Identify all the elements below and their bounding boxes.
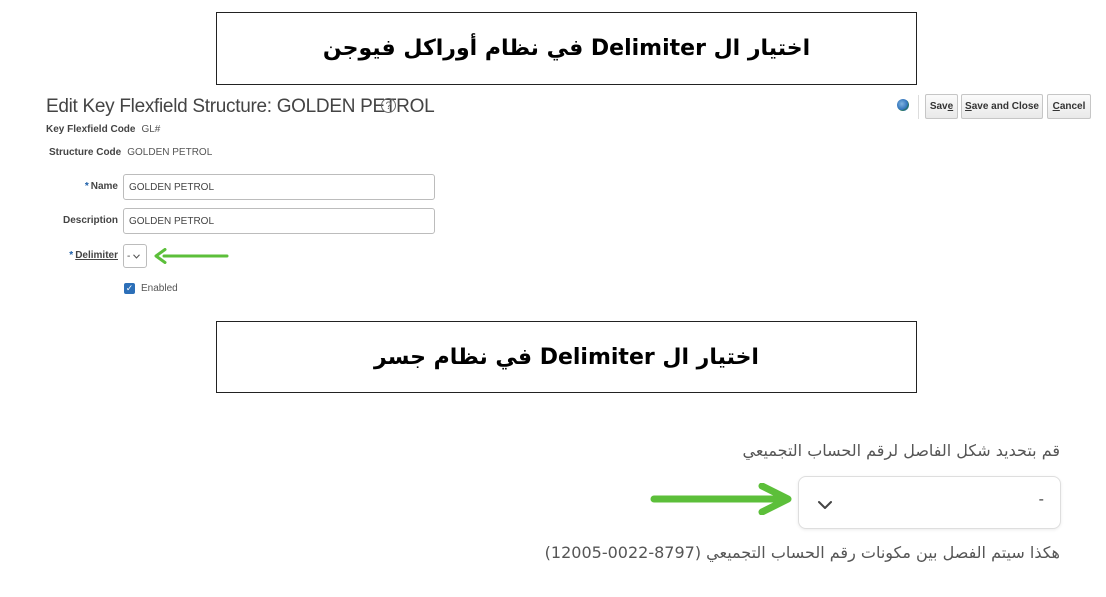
save-button[interactable]: Sav e xyxy=(925,94,958,119)
key-flexfield-code-row: Key Flexfield Code GL# xyxy=(46,124,160,135)
globe-icon[interactable] xyxy=(897,99,909,111)
delimiter-label-text: Delimiter xyxy=(75,250,118,261)
enabled-label: Enabled xyxy=(141,283,178,294)
cancel-button[interactable]: Cancel xyxy=(1047,94,1091,119)
banner-jisr: اختيار ال Delimiter في نظام جسر xyxy=(216,321,917,393)
chevron-down-icon xyxy=(133,252,141,261)
enabled-checkbox[interactable]: ✓ xyxy=(124,283,135,294)
required-mark: * xyxy=(69,250,74,261)
name-label-text: Name xyxy=(90,181,118,192)
save-button-accesskey: e xyxy=(947,101,954,112)
save-and-close-button[interactable]: Save and Close xyxy=(961,94,1043,119)
save-and-close-label: ave and Close xyxy=(971,101,1039,112)
key-flexfield-code-value: GL# xyxy=(141,124,161,135)
cancel-label: ancel xyxy=(1059,101,1086,112)
save-button-label: Sav xyxy=(929,101,948,112)
banner-jisr-text: اختيار ال Delimiter في نظام جسر xyxy=(374,344,759,370)
banner-oracle-fusion-text: اختيار ال Delimiter في نظام أوراكل فيوجن xyxy=(322,36,811,61)
arrow-left-icon xyxy=(154,248,229,264)
cancel-accesskey: C xyxy=(1052,101,1060,112)
delimiter-select-value: - xyxy=(127,250,131,262)
check-icon: ✓ xyxy=(125,283,134,293)
structure-code-label: Structure Code xyxy=(49,147,122,158)
structure-code-value: GOLDEN PETROL xyxy=(127,147,213,158)
name-field-value: GOLDEN PETROL xyxy=(129,181,215,193)
separator-select-value: - xyxy=(1038,491,1044,508)
description-field-value: GOLDEN PETROL xyxy=(129,215,215,227)
description-label: Description xyxy=(46,215,118,226)
save-and-close-accesskey: S xyxy=(965,101,972,112)
name-label: * Name xyxy=(46,181,118,192)
description-label-text: Description xyxy=(62,215,118,226)
help-icon[interactable]: ? xyxy=(381,98,396,113)
required-mark: * xyxy=(84,181,89,192)
banner-oracle-fusion: اختيار ال Delimiter في نظام أوراكل فيوجن xyxy=(216,12,917,85)
arrow-right-icon xyxy=(650,483,792,515)
delimiter-select[interactable]: - xyxy=(123,244,147,268)
separator-prompt: قم بتحديد شكل الفاصل لرقم الحساب التجميع… xyxy=(742,441,1061,460)
description-field[interactable]: GOLDEN PETROL xyxy=(123,208,435,234)
page-title: Edit Key Flexfield Structure: GOLDEN PET… xyxy=(46,96,435,117)
structure-code-row: Structure Code GOLDEN PETROL xyxy=(49,147,212,158)
key-flexfield-code-label: Key Flexfield Code xyxy=(46,124,136,135)
name-field[interactable]: GOLDEN PETROL xyxy=(123,174,435,200)
separator-example-note: هكذا سيتم الفصل بين مكونات رقم الحساب ال… xyxy=(544,543,1060,562)
chevron-down-icon xyxy=(817,497,833,515)
toolbar-divider xyxy=(918,95,919,119)
separator-select[interactable]: - xyxy=(798,476,1061,529)
delimiter-label: * Delimiter xyxy=(46,250,118,261)
